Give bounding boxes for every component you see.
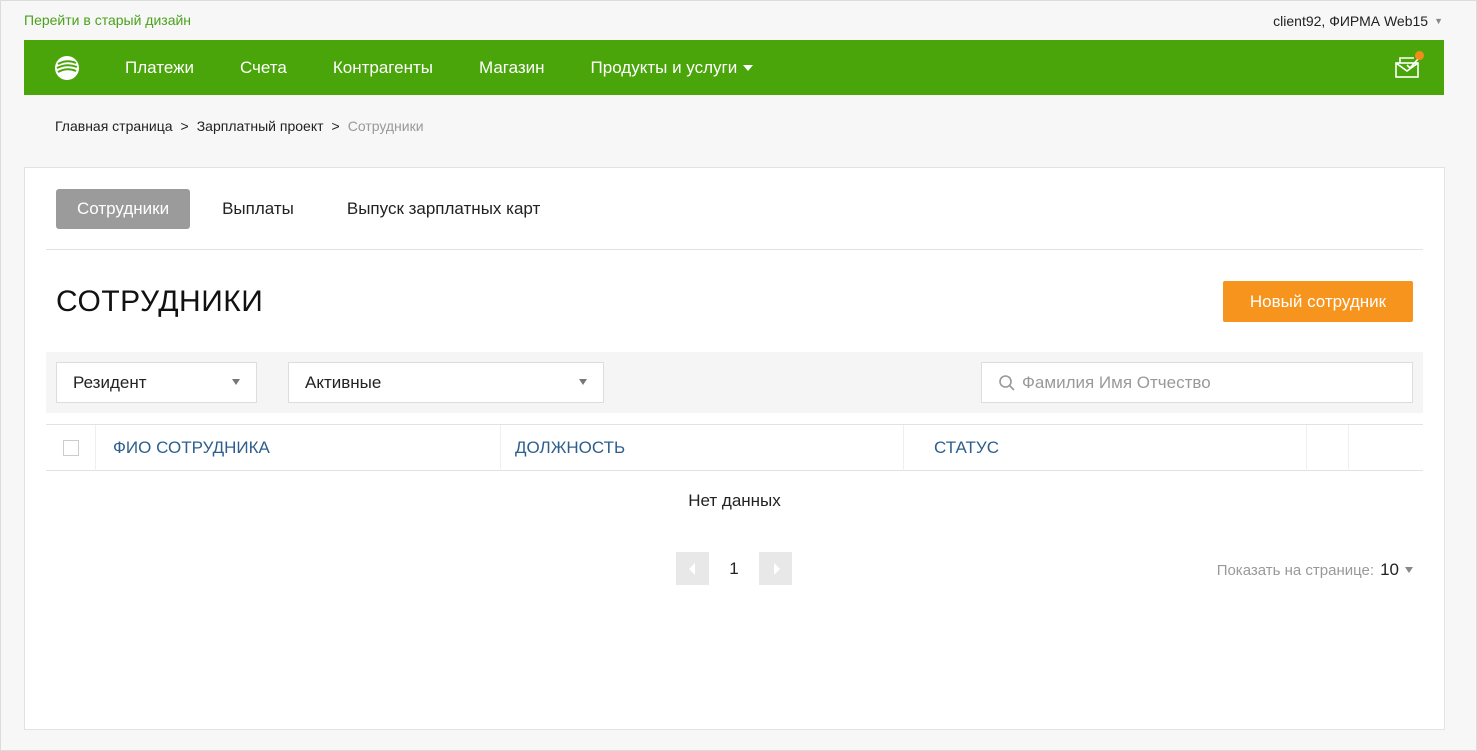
column-separator	[95, 425, 96, 471]
user-label: client92, ФИРМА Web15	[1273, 13, 1429, 29]
breadcrumb-home[interactable]: Главная страница	[55, 118, 173, 134]
new-employee-button[interactable]: Новый сотрудник	[1223, 281, 1413, 322]
status-select-value: Активные	[305, 373, 382, 392]
main-navbar: Платежи Счета Контрагенты Магазин Продук…	[24, 40, 1444, 95]
caret-down-icon	[743, 64, 754, 71]
column-header-name[interactable]: ФИО СОТРУДНИКА	[113, 425, 270, 471]
pagination: 1	[676, 552, 792, 585]
breadcrumb-current: Сотрудники	[347, 118, 424, 134]
chevron-left-icon	[689, 563, 695, 575]
nav-menu: Платежи Счета Контрагенты Магазин Продук…	[125, 40, 799, 95]
bank-logo-icon[interactable]	[54, 55, 80, 81]
divider	[46, 249, 1423, 250]
column-separator	[903, 425, 904, 471]
old-design-link[interactable]: Перейти в старый дизайн	[24, 12, 191, 28]
user-menu[interactable]: client92, ФИРМА Web15 ▼	[1273, 13, 1443, 29]
nav-item-label: Продукты и услуги	[590, 57, 738, 77]
column-header-status[interactable]: СТАТУС	[934, 425, 999, 471]
dropdown-arrow-icon	[232, 379, 240, 385]
page-number[interactable]: 1	[709, 559, 759, 579]
column-separator	[1306, 425, 1307, 471]
filters-bar: Резидент Активные	[46, 352, 1423, 413]
column-separator	[1348, 425, 1349, 471]
per-page-value[interactable]: 10	[1380, 560, 1399, 580]
empty-state-text: Нет данных	[688, 491, 781, 510]
nav-item-label: Платежи	[125, 57, 194, 77]
search-box	[981, 362, 1413, 403]
nav-item-products[interactable]: Продукты и услуги	[591, 58, 754, 78]
nav-item-label: Магазин	[478, 57, 545, 77]
tabs: Сотрудники Выплаты Выпуск зарплатных кар…	[56, 189, 571, 229]
tab-employees[interactable]: Сотрудники	[56, 189, 191, 229]
breadcrumb: Главная страница > Зарплатный проект > С…	[55, 118, 424, 134]
tab-card-issue[interactable]: Выпуск зарплатных карт	[326, 189, 561, 229]
tab-payments[interactable]: Выплаты	[201, 189, 315, 229]
column-header-position[interactable]: ДОЛЖНОСТЬ	[515, 425, 625, 471]
per-page-control: Показать на странице: 10	[1217, 560, 1413, 580]
notification-dot	[1415, 51, 1424, 60]
resident-select[interactable]: Резидент	[56, 362, 257, 403]
column-separator	[500, 425, 501, 471]
dropdown-arrow-icon[interactable]	[1405, 567, 1413, 573]
search-icon	[999, 375, 1015, 391]
breadcrumb-separator: >	[180, 118, 189, 134]
nav-item-counterparties[interactable]: Контрагенты	[333, 58, 433, 78]
chevron-down-icon: ▼	[1434, 16, 1443, 26]
search-input[interactable]	[1022, 363, 1402, 402]
nav-item-accounts[interactable]: Счета	[240, 58, 287, 78]
chevron-right-icon	[774, 563, 780, 575]
employees-table: ФИО СОТРУДНИКА ДОЛЖНОСТЬ СТАТУС Нет данн…	[46, 424, 1423, 510]
per-page-label: Показать на странице:	[1216, 561, 1375, 579]
content-panel: Сотрудники Выплаты Выпуск зарплатных кар…	[24, 167, 1445, 730]
table-header: ФИО СОТРУДНИКА ДОЛЖНОСТЬ СТАТУС	[46, 424, 1423, 471]
resident-select-value: Резидент	[73, 373, 147, 392]
status-select[interactable]: Активные	[288, 362, 604, 403]
prev-page-button[interactable]	[676, 552, 709, 585]
select-all-checkbox[interactable]	[63, 440, 79, 456]
nav-item-shop[interactable]: Магазин	[479, 58, 545, 78]
nav-item-label: Счета	[239, 57, 287, 77]
breadcrumb-salary-project[interactable]: Зарплатный проект	[197, 118, 324, 134]
page-title: СОТРУДНИКИ	[56, 285, 264, 318]
breadcrumb-separator: >	[331, 118, 340, 134]
dropdown-arrow-icon	[579, 379, 587, 385]
top-bar: Перейти в старый дизайн client92, ФИРМА …	[1, 1, 1476, 39]
nav-item-label: Контрагенты	[332, 57, 433, 77]
next-page-button[interactable]	[759, 552, 792, 585]
nav-item-payments[interactable]: Платежи	[125, 58, 194, 78]
